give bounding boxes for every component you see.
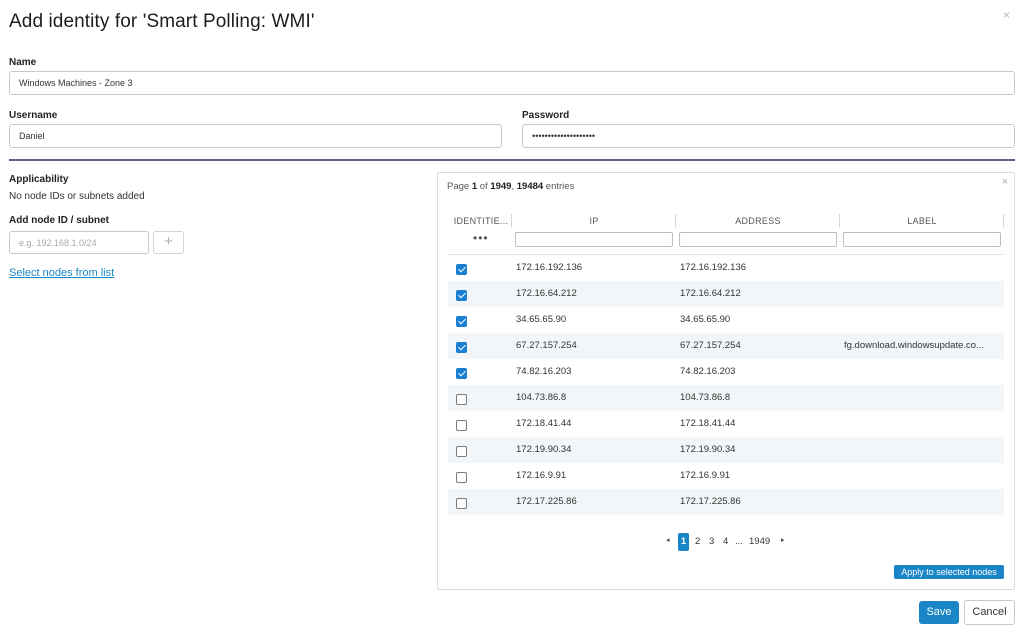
row-checkbox[interactable]	[456, 498, 467, 509]
ip-cell: 34.65.65.90	[516, 314, 567, 325]
password-label: Password	[522, 110, 570, 121]
ip-cell: 172.18.41.44	[516, 418, 572, 429]
cancel-button[interactable]: Cancel	[964, 600, 1015, 625]
save-button[interactable]: Save	[919, 601, 959, 624]
ip-filter-input[interactable]	[515, 232, 673, 247]
ip-cell: 104.73.86.8	[516, 392, 567, 403]
more-options-icon[interactable]: •••	[473, 232, 489, 244]
close-icon[interactable]: ×	[1003, 9, 1010, 21]
table-row[interactable]: 172.19.90.34 172.19.90.34	[448, 437, 1004, 463]
username-input[interactable]	[9, 124, 502, 148]
label-cell: fg.download.windowsupdate.co...	[844, 340, 984, 351]
address-cell: 172.19.90.34	[680, 444, 736, 455]
page-ellipsis: ...	[735, 536, 743, 547]
address-cell: 104.73.86.8	[680, 392, 731, 403]
row-checkbox[interactable]	[456, 446, 467, 457]
column-separator[interactable]	[839, 214, 840, 227]
applicability-empty-text: No node IDs or subnets added	[9, 191, 145, 202]
table-row[interactable]: 172.16.192.136 172.16.192.136	[448, 255, 1004, 281]
page-button-current[interactable]: 1	[678, 533, 689, 551]
ip-cell: 172.17.225.86	[516, 496, 577, 507]
section-divider	[9, 159, 1015, 161]
ip-cell: 172.16.9.91	[516, 470, 567, 481]
column-header-address[interactable]: ADDRESS	[678, 215, 838, 227]
row-checkbox[interactable]	[456, 368, 467, 379]
page-info-total-pages: 1949	[490, 181, 512, 192]
dialog-title: Add identity for 'Smart Polling: WMI'	[9, 11, 315, 32]
pagination: ◂ 1 2 3 4 ... 1949 ▸	[438, 533, 1016, 551]
page-info-suffix: entries	[543, 181, 575, 192]
page-info-total-entries: 19484	[516, 181, 544, 192]
table-row[interactable]: 104.73.86.8 104.73.86.8	[448, 385, 1004, 411]
ip-cell: 172.19.90.34	[516, 444, 572, 455]
page-info-of: of	[477, 181, 491, 192]
ip-cell: 172.16.64.212	[516, 288, 577, 299]
page-button-last[interactable]: 1949	[749, 536, 770, 547]
add-node-input[interactable]	[9, 231, 149, 254]
address-cell: 172.16.192.136	[680, 262, 747, 273]
panel-close-icon[interactable]: ×	[1002, 176, 1008, 188]
table-row[interactable]: 172.16.9.91 172.16.9.91	[448, 463, 1004, 489]
column-header-identities[interactable]: IDENTITIE...	[450, 215, 512, 227]
address-cell: 74.82.16.203	[680, 366, 736, 377]
add-node-button[interactable]: +	[153, 231, 184, 254]
table-row[interactable]: 172.18.41.44 172.18.41.44	[448, 411, 1004, 437]
address-cell: 172.16.64.212	[680, 288, 741, 299]
address-cell: 67.27.157.254	[680, 340, 741, 351]
table-row[interactable]: 34.65.65.90 34.65.65.90	[448, 307, 1004, 333]
column-separator[interactable]	[1003, 214, 1004, 227]
add-node-label: Add node ID / subnet	[9, 215, 109, 226]
column-header-label[interactable]: LABEL	[842, 215, 1002, 227]
password-input[interactable]	[522, 124, 1015, 148]
address-cell: 172.18.41.44	[680, 418, 736, 429]
address-cell: 34.65.65.90	[680, 314, 731, 325]
apply-to-selected-button[interactable]: Apply to selected nodes	[894, 565, 1004, 579]
address-cell: 172.17.225.86	[680, 496, 741, 507]
name-label: Name	[9, 57, 37, 68]
row-checkbox[interactable]	[456, 472, 467, 483]
table-row[interactable]: 67.27.157.254 67.27.157.254 fg.download.…	[448, 333, 1004, 359]
column-header-ip[interactable]: IP	[514, 215, 674, 227]
node-list-panel: Page 1 of 1949, 19484 entries × IDENTITI…	[437, 172, 1015, 590]
row-checkbox[interactable]	[456, 342, 467, 353]
applicability-heading: Applicability	[9, 174, 69, 185]
select-nodes-link[interactable]: Select nodes from list	[9, 267, 114, 279]
column-separator[interactable]	[511, 214, 512, 227]
page-button[interactable]: 4	[723, 536, 728, 547]
table-row[interactable]: 172.17.225.86 172.17.225.86	[448, 489, 1004, 515]
table-row[interactable]: 74.82.16.203 74.82.16.203	[448, 359, 1004, 385]
address-filter-input[interactable]	[679, 232, 837, 247]
username-label: Username	[9, 110, 58, 121]
row-checkbox[interactable]	[456, 290, 467, 301]
label-filter-input[interactable]	[843, 232, 1001, 247]
page-button[interactable]: 2	[695, 536, 700, 547]
page-info-prefix: Page	[447, 181, 472, 192]
row-checkbox[interactable]	[456, 264, 467, 275]
row-checkbox[interactable]	[456, 316, 467, 327]
row-checkbox[interactable]	[456, 420, 467, 431]
name-input[interactable]	[9, 71, 1015, 95]
ip-cell: 67.27.157.254	[516, 340, 577, 351]
row-checkbox[interactable]	[456, 394, 467, 405]
ip-cell: 172.16.192.136	[516, 262, 583, 273]
ip-cell: 74.82.16.203	[516, 366, 572, 377]
column-separator[interactable]	[675, 214, 676, 227]
address-cell: 172.16.9.91	[680, 470, 731, 481]
page-button[interactable]: 3	[709, 536, 714, 547]
prev-page-icon[interactable]: ◂	[666, 536, 670, 544]
next-page-icon[interactable]: ▸	[781, 536, 785, 544]
table-row[interactable]: 172.16.64.212 172.16.64.212	[448, 281, 1004, 307]
page-info: Page 1 of 1949, 19484 entries	[447, 181, 574, 192]
